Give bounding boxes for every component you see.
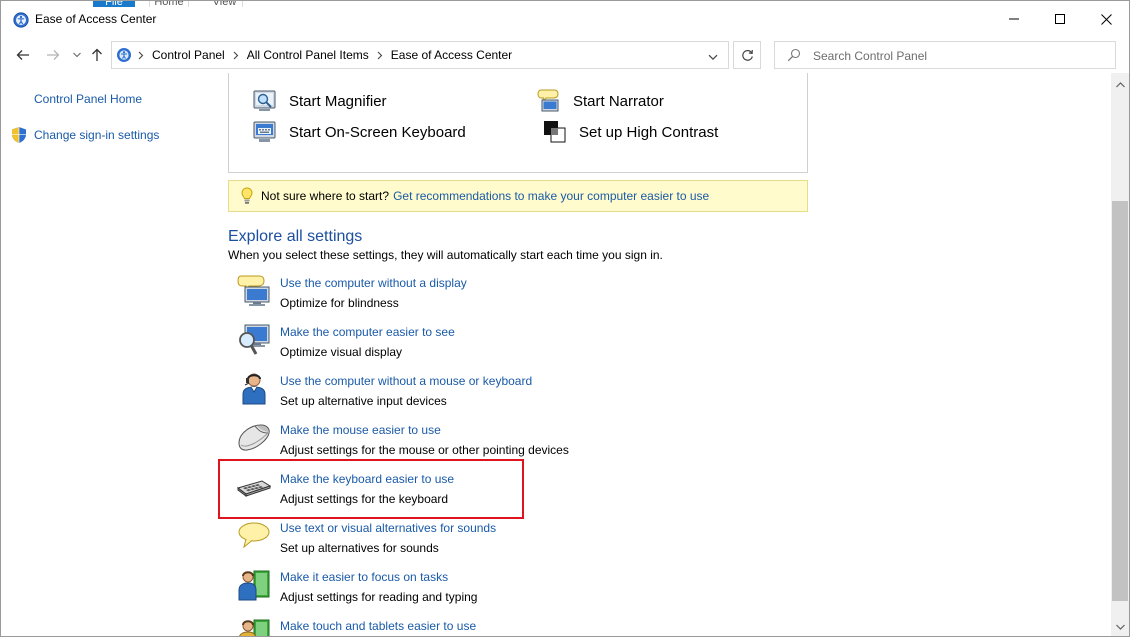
back-button[interactable] [13,45,33,65]
window-title: Ease of Access Center [35,12,157,26]
control-panel-home-link[interactable]: Control Panel Home [34,92,142,106]
breadcrumb-control-panel[interactable]: Control Panel [152,48,225,62]
address-bar[interactable]: Control Panel All Control Panel Items Ea… [111,41,729,69]
setting-desc-without-display: Optimize for blindness [280,296,399,310]
setting-link-without-display[interactable]: Use the computer without a display [280,276,467,290]
ribbon-tab-file[interactable]: File [93,1,135,7]
refresh-icon [741,49,753,61]
on-screen-keyboard-icon [253,120,277,144]
explore-all-settings-heading: Explore all settings [228,228,363,245]
speech-bubble-icon [237,519,271,553]
breadcrumb-all-items[interactable]: All Control Panel Items [247,48,369,62]
setting-item-alternatives-for-sounds: Use text or visual alternatives for soun… [237,519,797,559]
mouse-icon [237,421,271,455]
magnifier-icon [253,89,277,113]
breadcrumb-chevron-icon[interactable] [377,51,383,60]
setting-link-focus-on-tasks[interactable]: Make it easier to focus on tasks [280,570,448,584]
maximize-icon [1055,14,1065,24]
setting-desc-without-mouse-or-keyboard: Set up alternative input devices [280,394,447,408]
setting-item-without-display: Use the computer without a display Optim… [237,274,797,314]
set-up-high-contrast-label: Set up High Contrast [579,123,719,141]
forward-button[interactable] [43,45,63,65]
start-on-screen-keyboard-label: Start On-Screen Keyboard [289,123,466,141]
left-navigation-pane: Control Panel Home Change sign-in settin… [1,73,201,636]
highlight-box [218,459,524,519]
setting-item-touch-and-tablets: Make touch and tablets easier to use [237,617,797,636]
setting-desc-alternatives-for-sounds: Set up alternatives for sounds [280,541,439,555]
setting-item-easier-to-see: Make the computer easier to see Optimize… [237,323,797,363]
search-input[interactable] [813,47,1103,65]
setting-link-without-mouse-or-keyboard[interactable]: Use the computer without a mouse or keyb… [280,374,532,388]
recent-locations-button[interactable] [67,45,87,65]
up-arrow-icon [92,48,102,61]
setting-item-mouse-easier: Make the mouse easier to use Adjust sett… [237,421,797,461]
shield-icon [11,126,27,144]
address-history-dropdown[interactable] [708,50,718,64]
scrollbar-thumb[interactable] [1112,201,1128,601]
chevron-down-icon [73,52,81,58]
close-icon [1100,13,1112,25]
setting-desc-easier-to-see: Optimize visual display [280,345,403,359]
up-button[interactable] [87,45,107,65]
scroll-up-button[interactable] [1111,77,1129,93]
title-bar: File Home View Ease of Access Center [1,1,1129,37]
setting-desc-mouse-easier: Adjust settings for the mouse or other p… [280,443,569,457]
start-magnifier-label: Start Magnifier [289,92,387,110]
breadcrumb-ease-of-access[interactable]: Ease of Access Center [391,48,512,62]
scroll-up-arrow-icon [1115,82,1125,88]
person-headset-icon [237,372,271,406]
breadcrumb-chevron-icon[interactable] [138,51,144,60]
forward-arrow-icon [47,50,60,60]
get-recommendations-link[interactable]: Get recommendations to make your compute… [393,189,709,203]
person-book-icon [237,568,271,602]
ease-of-access-window: File Home View Ease of Access Center Con… [0,0,1130,637]
minimize-icon [1009,18,1019,20]
search-icon [787,48,801,65]
setting-item-focus-on-tasks: Make it easier to focus on tasks Adjust … [237,568,797,608]
scroll-down-arrow-icon [1115,624,1125,630]
setting-link-alternatives-for-sounds[interactable]: Use text or visual alternatives for soun… [280,521,496,535]
set-up-high-contrast-button[interactable]: Set up High Contrast [543,120,718,144]
search-box[interactable] [774,41,1116,69]
back-arrow-icon [16,50,29,60]
setting-link-easier-to-see[interactable]: Make the computer easier to see [280,325,455,339]
start-narrator-button[interactable]: Start Narrator [537,89,664,113]
vertical-scrollbar[interactable] [1111,73,1129,636]
ease-of-access-app-icon [13,12,29,28]
setting-link-mouse-easier[interactable]: Make the mouse easier to use [280,423,441,437]
high-contrast-icon [543,120,567,144]
breadcrumb-chevron-icon[interactable] [233,51,239,60]
start-on-screen-keyboard-button[interactable]: Start On-Screen Keyboard [253,120,466,144]
start-narrator-label: Start Narrator [573,92,664,110]
ribbon-tab-home[interactable]: Home [149,1,189,7]
maximize-button[interactable] [1037,1,1083,37]
chevron-down-icon [708,54,718,61]
setting-link-touch-and-tablets[interactable]: Make touch and tablets easier to use [280,619,476,633]
start-magnifier-button[interactable]: Start Magnifier [253,89,387,113]
recommendation-tip-bar: Not sure where to start? Get recommendat… [228,180,808,212]
setting-desc-focus-on-tasks: Adjust settings for reading and typing [280,590,478,604]
tip-text: Not sure where to start? [261,189,390,203]
explore-all-settings-description: When you select these settings, they wil… [228,248,663,262]
magnifier-monitor-icon [237,323,271,357]
ribbon-tab-view[interactable]: View [207,1,243,7]
change-sign-in-settings-link[interactable]: Change sign-in settings [34,128,159,142]
narrator-icon [537,89,561,113]
control-panel-icon [116,47,132,63]
narrator-display-icon [237,274,271,308]
close-button[interactable] [1083,1,1129,37]
scroll-down-button[interactable] [1111,619,1129,635]
refresh-button[interactable] [733,41,761,69]
setting-item-without-mouse-or-keyboard: Use the computer without a mouse or keyb… [237,372,797,412]
main-content: Start Magnifier Start Narrator Start On-… [201,73,1111,636]
lightbulb-icon [235,187,259,205]
minimize-button[interactable] [991,1,1037,37]
navigation-bar: Control Panel All Control Panel Items Ea… [1,37,1129,73]
person-tablet-icon [237,617,271,636]
breadcrumb: Control Panel All Control Panel Items Ea… [138,48,512,62]
quick-access-tools: Start Magnifier Start Narrator Start On-… [228,73,808,173]
